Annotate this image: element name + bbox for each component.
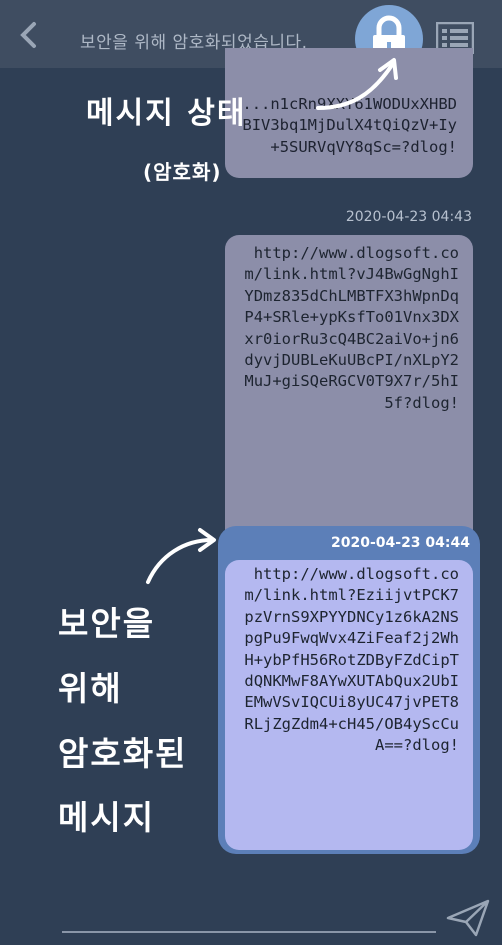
back-chevron-icon[interactable]: [14, 20, 44, 50]
message-bubble[interactable]: http://www.dlogsoft.com/link.html?Eziijv…: [225, 560, 473, 850]
annotation-status-label: 메시지 상태: [86, 96, 247, 131]
message-timestamp: 2020-04-23 04:43: [345, 209, 472, 225]
message-timestamp: 2020-04-23 04:44: [331, 535, 470, 551]
annotation-status-sub: (암호화): [143, 160, 222, 184]
annotation-line: 위해: [58, 669, 123, 708]
annotation-line: 보안을: [58, 604, 156, 643]
message-bubble[interactable]: ...n1cRn9XXY61WODUxXHBDBIV3bq1MjDulX4tQi…: [225, 48, 473, 178]
message-bubble[interactable]: http://www.dlogsoft.com/link.html?vJ4BwG…: [225, 235, 473, 565]
annotation-line: 암호화된: [58, 734, 188, 773]
annotation-line: 메시지: [58, 798, 156, 837]
send-icon[interactable]: [446, 898, 490, 938]
message-input-field[interactable]: [62, 931, 436, 933]
